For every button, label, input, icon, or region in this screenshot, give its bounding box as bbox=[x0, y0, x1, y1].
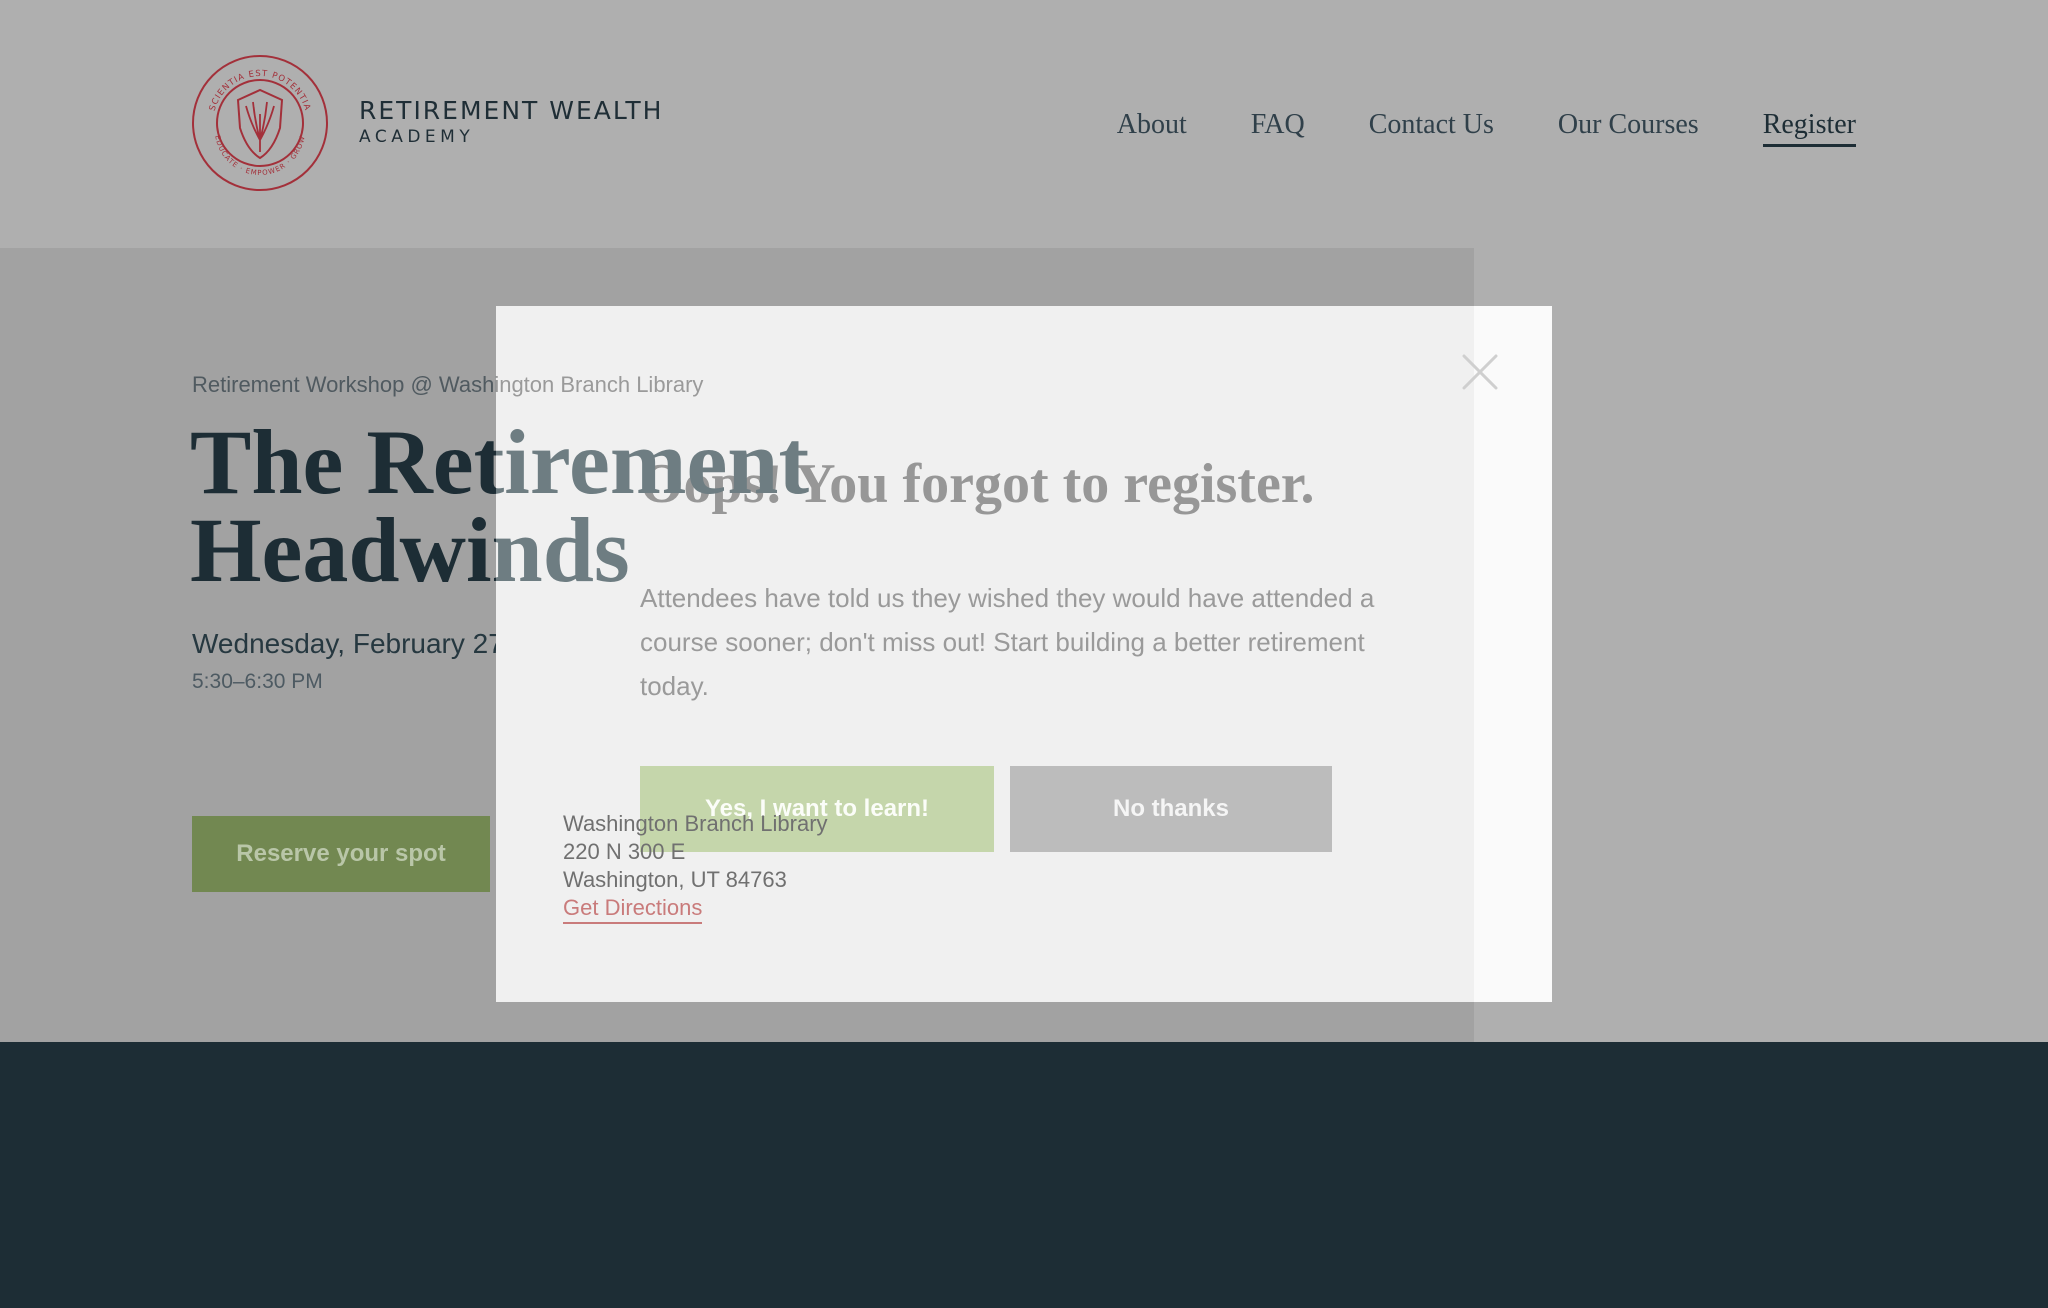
location-city: Washington, UT 84763 bbox=[563, 867, 787, 892]
footer bbox=[0, 1042, 2048, 1308]
brand-name: RETIREMENT WEALTH bbox=[359, 96, 664, 125]
event-date: Wednesday, February 27 bbox=[192, 628, 504, 659]
modal-edge-highlight bbox=[1474, 306, 1552, 1002]
event-time: 5:30–6:30 PM bbox=[192, 670, 323, 693]
nav-faq[interactable]: FAQ bbox=[1251, 106, 1305, 147]
modal-title: Oops! You forgot to register. bbox=[640, 453, 1315, 515]
brand-wordmark[interactable]: RETIREMENT WEALTH ACADEMY bbox=[359, 96, 663, 148]
main-nav: About FAQ Contact Us Our Courses Registe… bbox=[1117, 106, 1856, 147]
modal-body-text: Attendees have told us they wished they … bbox=[640, 583, 1375, 701]
reserve-spot-button[interactable]: Reserve your spot bbox=[192, 816, 490, 892]
academy-logo[interactable]: SCIENTIA EST POTENTIA EDUCATE · EMPOWER … bbox=[191, 54, 329, 192]
event-location: Washington Branch Library 220 N 300 E Wa… bbox=[563, 810, 828, 924]
no-thanks-button[interactable]: No thanks bbox=[1010, 766, 1332, 852]
close-icon[interactable] bbox=[1460, 352, 1500, 392]
location-name: Washington Branch Library bbox=[563, 811, 828, 836]
brand-subtitle: ACADEMY bbox=[359, 127, 475, 147]
get-directions-link[interactable]: Get Directions bbox=[563, 895, 703, 924]
nav-contact-us[interactable]: Contact Us bbox=[1369, 106, 1494, 147]
nav-register[interactable]: Register bbox=[1762, 106, 1856, 147]
location-street: 220 N 300 E bbox=[563, 839, 686, 864]
nav-our-courses[interactable]: Our Courses bbox=[1558, 106, 1699, 147]
nav-about[interactable]: About bbox=[1117, 106, 1187, 147]
